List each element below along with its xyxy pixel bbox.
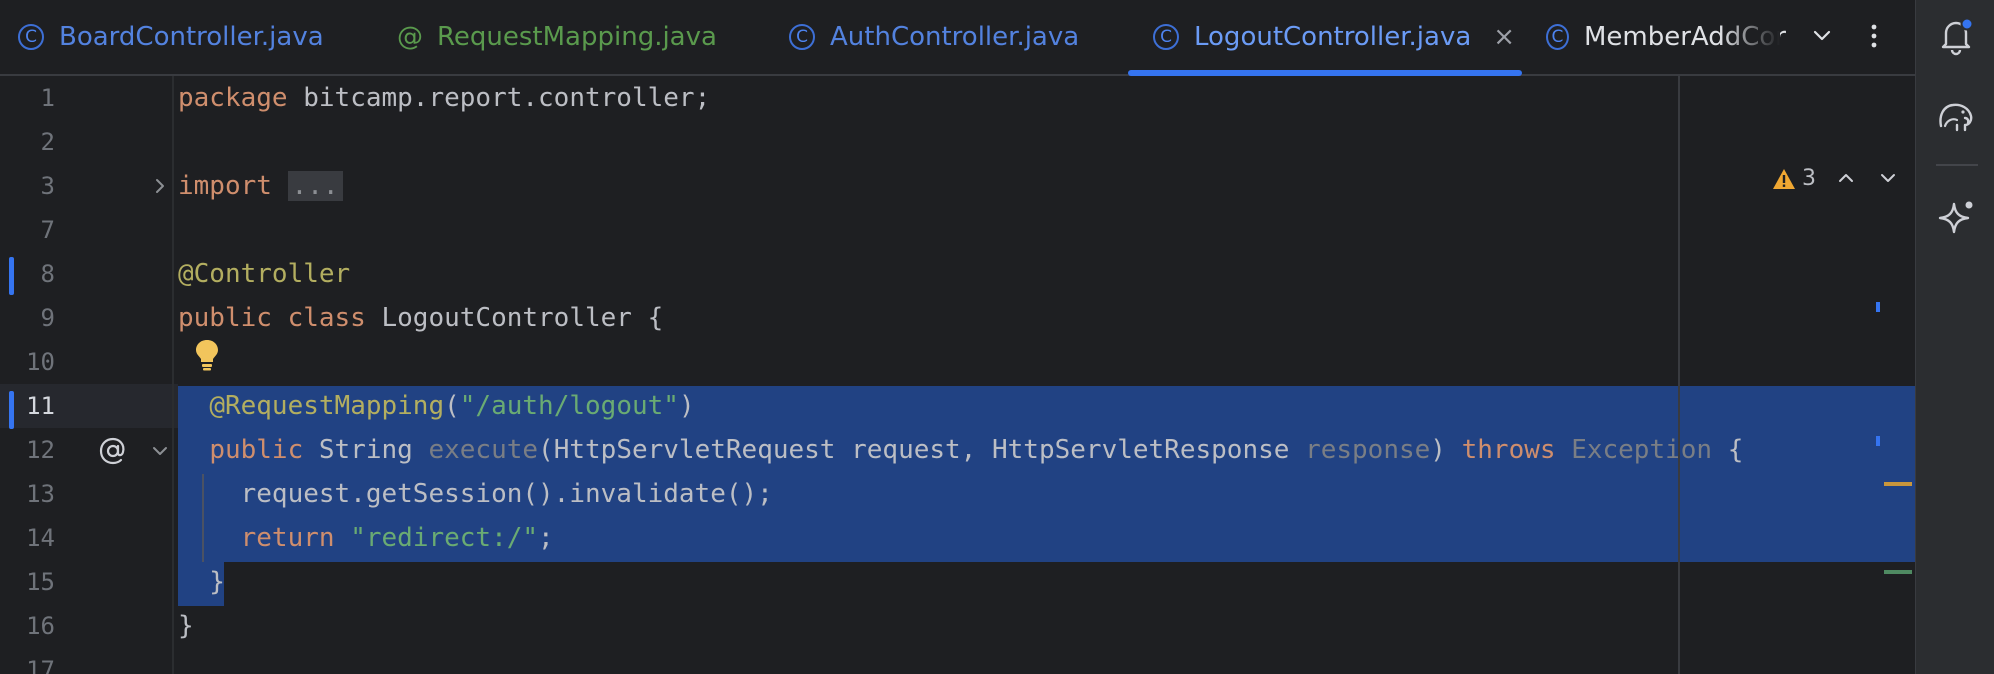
tab-board-controller[interactable]: C BoardController.java bbox=[18, 0, 324, 74]
line-number-current: 11 bbox=[26, 392, 55, 420]
keyword: public bbox=[209, 435, 304, 465]
toolbar-separator bbox=[1936, 164, 1978, 166]
keyword: return bbox=[240, 523, 335, 553]
class-icon: C bbox=[789, 24, 815, 50]
annotation: @RequestMapping bbox=[209, 391, 445, 421]
ide-window: { "tabs": [ {"label": "BoardController.j… bbox=[0, 0, 1994, 674]
tab-label: AuthController.java bbox=[830, 22, 1080, 52]
warning-count: 3 bbox=[1802, 166, 1816, 191]
class-icon: C bbox=[18, 24, 44, 50]
line-number: 3 bbox=[40, 172, 55, 200]
tab-overflow-fade bbox=[1720, 0, 1780, 74]
mapping-endpoint-at-icon[interactable] bbox=[98, 436, 128, 466]
line-number: 2 bbox=[40, 128, 55, 156]
code-text: ) bbox=[1430, 435, 1462, 465]
code-line-12[interactable]: public String execute(HttpServletRequest… bbox=[178, 428, 1743, 472]
inspections-widget[interactable]: 3 bbox=[1772, 166, 1816, 191]
code-text: request.getSession().invalidate(); bbox=[178, 479, 773, 509]
line-number: 9 bbox=[40, 304, 55, 332]
more-options-icon[interactable] bbox=[1856, 18, 1892, 54]
scroll-marker-info[interactable] bbox=[1884, 570, 1912, 574]
line-number: 8 bbox=[40, 260, 55, 288]
line-number: 14 bbox=[26, 524, 55, 552]
tab-label: LogoutController.java bbox=[1194, 22, 1472, 52]
annotation: @Controller bbox=[178, 259, 351, 289]
code-editor[interactable]: 1 2 3 7 8 9 10 11 12 13 14 15 16 17 pack… bbox=[0, 76, 1915, 674]
warning-triangle-icon bbox=[1773, 168, 1795, 189]
code-text: ; bbox=[538, 523, 554, 553]
line-number: 15 bbox=[26, 568, 55, 596]
code-text: LogoutController { bbox=[365, 303, 664, 333]
close-tab-icon[interactable]: × bbox=[1493, 22, 1515, 52]
tab-list-chevron-icon[interactable] bbox=[1804, 18, 1840, 54]
notifications-bell-icon[interactable] bbox=[1934, 14, 1978, 58]
code-text: ) bbox=[678, 391, 695, 421]
folded-imports[interactable]: ... bbox=[287, 171, 343, 201]
code-line-15[interactable]: } bbox=[178, 560, 225, 604]
editor-tab-bar: C BoardController.java @ RequestMapping.… bbox=[0, 0, 1915, 76]
fold-expand-chevron-icon[interactable] bbox=[148, 174, 172, 198]
tab-label: RequestMapping.java bbox=[437, 22, 717, 52]
exception-type: Exception bbox=[1571, 435, 1713, 465]
ai-assistant-sparkle-icon[interactable] bbox=[1934, 196, 1978, 240]
line-number: 12 bbox=[26, 436, 55, 464]
string-literal: "/auth/logout" bbox=[459, 391, 679, 421]
fold-collapse-chevron-icon[interactable] bbox=[148, 439, 172, 463]
line-number: 7 bbox=[40, 216, 55, 244]
code-line-16[interactable]: } bbox=[178, 604, 194, 648]
class-icon: C bbox=[1153, 24, 1179, 50]
keyword: import bbox=[178, 171, 272, 201]
database-elephant-icon[interactable] bbox=[1934, 94, 1978, 138]
keyword: public class bbox=[178, 303, 366, 333]
code-text: } bbox=[178, 567, 225, 597]
tab-logout-controller[interactable]: C LogoutController.java × bbox=[1153, 0, 1515, 74]
annotation-icon: @ bbox=[397, 22, 423, 52]
unused-method-name: execute bbox=[428, 435, 539, 465]
string-literal: "redirect:/" bbox=[350, 523, 539, 553]
code-text: } bbox=[178, 611, 194, 641]
line-number: 13 bbox=[26, 480, 55, 508]
tab-label: BoardController.java bbox=[59, 22, 324, 52]
code-line-9[interactable]: public class LogoutController { bbox=[178, 296, 663, 340]
line-number: 10 bbox=[26, 348, 55, 376]
code-line-11[interactable]: @RequestMapping("/auth/logout") bbox=[178, 384, 695, 428]
scroll-marker-warning[interactable] bbox=[1884, 482, 1912, 486]
code-text: (HttpServletRequest request, HttpServlet… bbox=[538, 435, 1306, 465]
code-text: ( bbox=[444, 391, 460, 421]
line-number: 1 bbox=[40, 84, 55, 112]
line-number: 16 bbox=[26, 612, 55, 640]
code-text: String bbox=[303, 435, 429, 465]
code-line-13[interactable]: request.getSession().invalidate(); bbox=[178, 472, 773, 516]
code-line-14[interactable]: return "redirect:/"; bbox=[178, 516, 554, 560]
line-number: 17 bbox=[26, 656, 55, 674]
right-margin-guide bbox=[1678, 76, 1680, 674]
scroll-marker-change[interactable] bbox=[1876, 436, 1880, 446]
next-problem-icon[interactable] bbox=[1876, 166, 1900, 190]
code-text: { bbox=[1712, 435, 1744, 465]
class-icon: C bbox=[1546, 24, 1569, 50]
code-text: bitcamp.report.controller; bbox=[287, 83, 711, 113]
code-line-1[interactable]: package bitcamp.report.controller; bbox=[178, 76, 710, 120]
code-line-3[interactable]: import ... bbox=[178, 164, 343, 208]
code-line-8[interactable]: @Controller bbox=[178, 252, 350, 296]
scroll-marker-change[interactable] bbox=[1876, 302, 1880, 312]
keyword: package bbox=[178, 83, 288, 113]
tab-auth-controller[interactable]: C AuthController.java bbox=[789, 0, 1079, 74]
unused-parameter: response bbox=[1305, 435, 1431, 465]
previous-problem-icon[interactable] bbox=[1834, 166, 1858, 190]
keyword: throws bbox=[1461, 435, 1556, 465]
tab-request-mapping[interactable]: @ RequestMapping.java bbox=[397, 0, 717, 74]
right-tool-strip bbox=[1915, 0, 1994, 674]
intention-lightbulb-icon[interactable] bbox=[192, 338, 222, 372]
